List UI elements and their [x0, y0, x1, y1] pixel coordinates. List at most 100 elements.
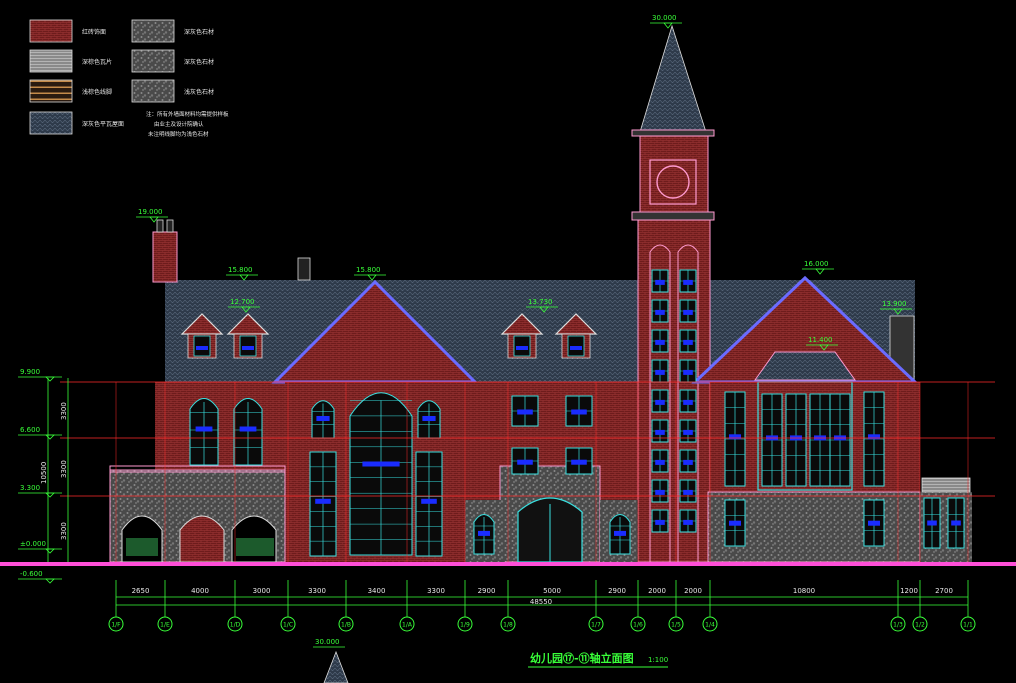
elevation-label: ±0.000 [20, 540, 46, 548]
elevation-triangle [367, 274, 377, 281]
tower-window [679, 299, 697, 323]
axis-label: 1/4 [705, 622, 715, 629]
horizontal-dimension: 3000 [253, 587, 271, 595]
axis-label: 1/C [283, 622, 293, 629]
elevation-label: 30.000 [652, 14, 677, 22]
axis-label: 1/6 [633, 622, 643, 629]
vertical-dimension: 3300 [60, 460, 68, 478]
tower-shaft [637, 219, 711, 563]
mid-chimney [297, 257, 311, 281]
central-window [311, 400, 335, 439]
tower-window [679, 389, 697, 413]
vertical-dimension: 3300 [60, 522, 68, 540]
tower-window [651, 479, 669, 503]
tower-window [651, 329, 669, 353]
tower-spire [639, 24, 707, 133]
tower-window [651, 419, 669, 443]
base-window [609, 514, 631, 555]
elevation-label: 13.900 [882, 300, 907, 308]
ground-line [0, 562, 1016, 566]
axis-label: 1/B [341, 622, 351, 629]
axis-label: 1/D [230, 622, 241, 629]
legend-label: 深灰色石材 [184, 58, 214, 66]
central-window [309, 451, 337, 557]
note-line-1: 注：所有外墙面材料均需提供样板 [146, 110, 229, 118]
tower-spire-band [631, 129, 715, 137]
right-base-window [863, 499, 885, 547]
central-window [415, 451, 443, 557]
building-elevation [109, 24, 972, 563]
left-elevation-markers: 9.900 6.600 3.300 ±0.000 -0.600 3300 3300 3300 1… [18, 368, 69, 584]
horizontal-dimension: 10800 [793, 587, 815, 595]
elevation-label: 12.700 [230, 298, 255, 306]
tower-cornice [631, 211, 715, 221]
axis-label: 1/8 [503, 622, 513, 629]
axis-label: 1/2 [915, 622, 925, 629]
notes-block: 注：所有外墙面材料均需提供样板 由业主及设计院确认 未注明线脚均为浅色石材 [146, 110, 229, 138]
drawing-title: 幼儿园⑰-⑪轴立面图 [530, 651, 634, 665]
left-chimney-pot-2 [166, 219, 174, 233]
horizontal-dimension: 2000 [648, 587, 666, 595]
next-drawing-preview: 30.000 [313, 638, 349, 683]
elevation-label: 19.000 [138, 208, 163, 216]
elevation-triangle [45, 376, 55, 382]
legend-swatch-siding [29, 49, 73, 73]
bottom-elevation-label: 30.000 [315, 638, 340, 646]
drawing-scale: 1:100 [648, 656, 668, 664]
horizontal-dimension: 3400 [368, 587, 386, 595]
elevation-label: 16.000 [804, 260, 829, 268]
tower-clock-face [656, 165, 690, 199]
annex-window [923, 497, 941, 549]
legend-label: 浅棕色线脚 [82, 88, 112, 96]
elevation-triangle [45, 578, 55, 584]
tower-window [679, 449, 697, 473]
horizontal-dimension-chain: 2650 4000 3000 3300 3400 3300 2900 5000 2900 2000… [115, 580, 969, 612]
middle-window [565, 395, 593, 427]
elevation-label: -0.600 [20, 570, 43, 578]
far-right-awning [921, 477, 971, 493]
elevation-label: 15.800 [228, 266, 253, 274]
tower-window [679, 419, 697, 443]
middle-window [565, 447, 593, 475]
tower-window [651, 389, 669, 413]
left-arch-2 [179, 515, 225, 563]
axis-label: 1/7 [591, 622, 601, 629]
legend-label: 深棕色瓦片 [82, 58, 112, 66]
base-window [473, 514, 495, 555]
elevation-label: 6.600 [20, 426, 40, 434]
left-railing-1 [126, 538, 158, 556]
elevation-triangle [45, 434, 55, 440]
horizontal-dimension: 2000 [684, 587, 702, 595]
horizontal-dimension: 2650 [132, 587, 150, 595]
horizontal-dimension: 2900 [478, 587, 496, 595]
horizontal-dimension: 5000 [543, 587, 561, 595]
tower-window [679, 509, 697, 533]
middle-window [511, 447, 539, 475]
tower-window [679, 269, 697, 293]
horizontal-total-dimension: 48550 [530, 598, 552, 606]
vertical-total-dimension: 10500 [40, 462, 48, 484]
elevation-label: 13.730 [528, 298, 553, 306]
axis-label: 1/3 [893, 622, 903, 629]
elevation-label: 3.300 [20, 484, 40, 492]
legend-swatch-brick [29, 19, 73, 43]
left-chimney-pot-1 [156, 219, 164, 233]
axis-label: 1/F [111, 622, 121, 629]
elevation-label: 11.400 [808, 336, 833, 344]
axis-label: 1/5 [671, 622, 681, 629]
tower-window [679, 329, 697, 353]
legend-swatch-granite [131, 79, 175, 103]
elevation-triangle [45, 492, 55, 498]
bay-window-pane [829, 393, 851, 487]
right-window [863, 391, 885, 487]
bottom-spire [323, 650, 349, 683]
horizontal-dimension: 2900 [608, 587, 626, 595]
note-line-3: 未注明线脚均为浅色石材 [148, 130, 209, 138]
legend-swatch-roof [29, 111, 73, 135]
horizontal-dimension: 4000 [191, 587, 209, 595]
left-wing-window [189, 398, 219, 466]
legend-label: 浅灰色石材 [184, 88, 214, 96]
central-grand-window [349, 392, 413, 556]
axis-bubbles: 1/F 1/E 1/D 1/C 1/B 1/A 1/9 1/8 1/7 1/6 1/5 1/4 1/3 1… [108, 612, 976, 632]
axis-label: 1/9 [460, 622, 470, 629]
